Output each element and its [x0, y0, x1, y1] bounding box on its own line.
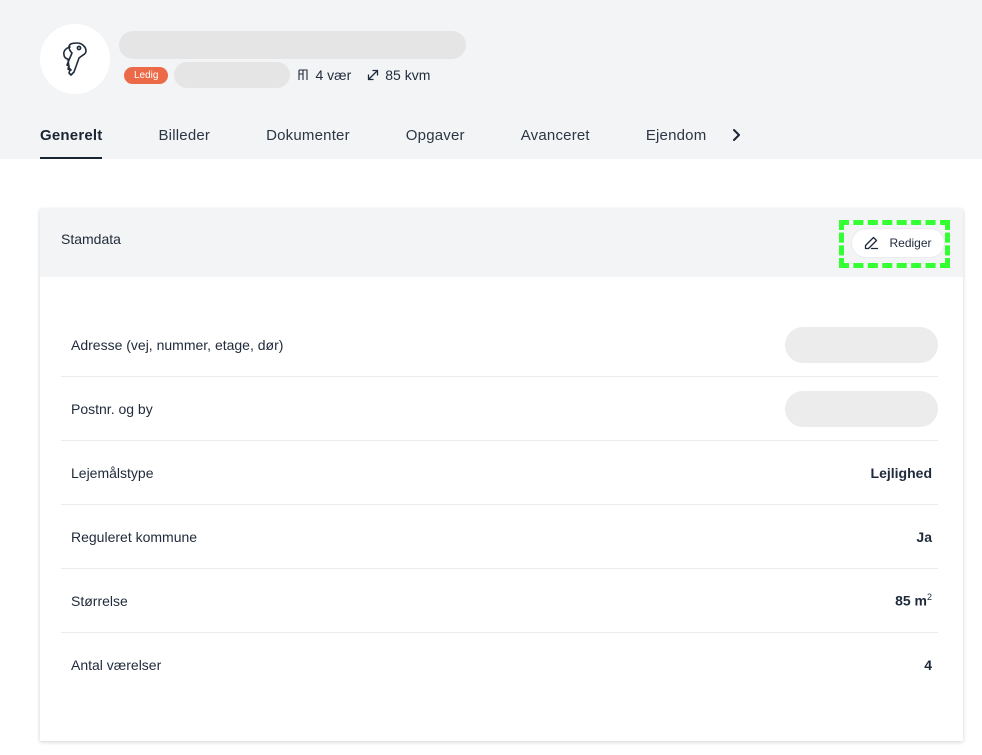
status-badge: Ledig	[124, 66, 169, 84]
row-label: Reguleret kommune	[71, 528, 198, 545]
row-lease-type: Lejemålstype Lejlighed	[61, 441, 938, 505]
row-value: 4	[924, 657, 932, 673]
tab-ejendom[interactable]: Ejendom	[646, 113, 707, 159]
property-meta: Ledig 4 vær 85 kvm	[124, 62, 430, 88]
rooms-info: 4 vær	[298, 67, 351, 83]
tab-bar: Generelt Billeder Dokumenter Opgaver Ava…	[40, 113, 762, 159]
tab-opgaver[interactable]: Opgaver	[406, 113, 465, 159]
row-rooms: Antal værelser 4	[61, 633, 938, 697]
edit-button[interactable]: Rediger	[852, 229, 944, 257]
keys-icon	[63, 42, 87, 76]
tab-dokumenter[interactable]: Dokumenter	[266, 113, 350, 159]
edit-button-label: Rediger	[889, 236, 932, 250]
card-title: Stamdata	[61, 231, 121, 247]
door-icon	[298, 69, 309, 80]
row-label: Adresse (vej, nummer, etage, dør)	[71, 336, 284, 353]
size-unit-sup: 2	[926, 592, 932, 603]
pencil-icon	[865, 236, 879, 250]
row-value: Ja	[916, 528, 932, 545]
row-regulated: Reguleret kommune Ja	[61, 505, 938, 569]
property-title-placeholder	[119, 31, 466, 59]
property-subtitle-placeholder	[174, 62, 291, 88]
tab-generelt[interactable]: Generelt	[40, 113, 103, 159]
address-value-placeholder	[785, 326, 938, 363]
row-label: Antal værelser	[71, 657, 162, 673]
property-avatar	[40, 24, 110, 94]
card-header: Stamdata Rediger	[40, 209, 963, 277]
row-size: Størrelse 85 m2	[61, 569, 938, 633]
size-value: 85 kvm	[385, 67, 431, 83]
size-number: 85 m	[895, 592, 927, 609]
stamdata-card: Stamdata Rediger Adresse (vej, nummer, e…	[40, 209, 963, 741]
row-label: Lejemålstype	[71, 464, 154, 481]
row-label: Postnr. og by	[71, 400, 153, 417]
row-value: 85 m2	[895, 592, 932, 609]
row-postcode: Postnr. og by	[61, 377, 938, 441]
row-label: Størrelse	[71, 592, 128, 609]
chevron-right-icon[interactable]	[730, 127, 744, 143]
resize-arrow-icon	[368, 69, 379, 81]
stamdata-list: Adresse (vej, nummer, etage, dør) Postnr…	[61, 313, 938, 697]
postcode-value-placeholder	[785, 390, 938, 427]
property-header: Ledig 4 vær 85 kvm Generelt Billeder Dok…	[0, 0, 982, 159]
tab-billeder[interactable]: Billeder	[158, 113, 210, 159]
row-address: Adresse (vej, nummer, etage, dør)	[61, 313, 938, 377]
row-value: Lejlighed	[870, 464, 932, 481]
tab-avanceret[interactable]: Avanceret	[521, 113, 590, 159]
size-info: 85 kvm	[367, 67, 430, 83]
rooms-count: 4 vær	[315, 67, 352, 83]
